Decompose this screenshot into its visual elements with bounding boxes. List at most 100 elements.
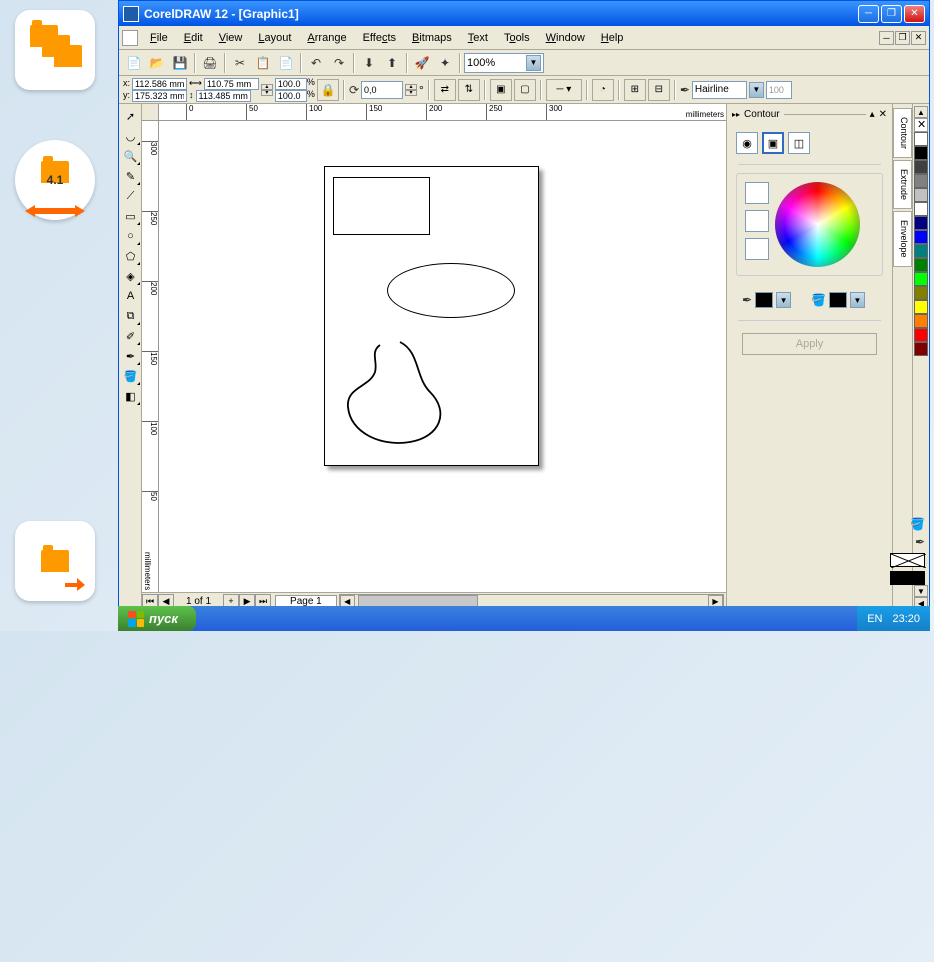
tab-extrude[interactable]: Extrude <box>893 160 912 209</box>
fill-dropdown-icon[interactable]: ▼ <box>850 292 865 308</box>
shape-tool[interactable]: ◡ <box>120 126 141 146</box>
save-button[interactable]: 💾 <box>169 52 191 74</box>
palette-color-1[interactable] <box>914 146 928 160</box>
menu-file[interactable]: File <box>142 30 176 46</box>
docker-menu-icon[interactable]: ▴ <box>870 109 875 120</box>
cut-button[interactable]: ✂ <box>229 52 251 74</box>
document-icon[interactable] <box>122 30 138 46</box>
spin-down[interactable]: ▾ <box>261 90 273 96</box>
scale-y-input[interactable] <box>275 90 307 102</box>
undo-button[interactable]: ↶ <box>305 52 327 74</box>
clock[interactable]: 23:20 <box>892 613 920 625</box>
menu-arrange[interactable]: Arrange <box>299 30 354 46</box>
ungroup-button[interactable]: ⊞ <box>624 79 646 101</box>
palette-down-button[interactable]: ▼ <box>914 585 928 597</box>
wrap-button[interactable]: ─ ▾ <box>546 79 582 101</box>
pick-tool[interactable]: ➚ <box>120 106 141 126</box>
palette-up-button[interactable]: ▲ <box>914 106 928 118</box>
interactive-blend-tool[interactable]: ⧉ <box>120 306 141 326</box>
apply-button[interactable]: Apply <box>742 333 877 355</box>
palette-color-15[interactable] <box>914 342 928 356</box>
status-none-swatch[interactable] <box>890 553 925 567</box>
outline-dropdown-icon[interactable]: ▼ <box>776 292 791 308</box>
hairline-dropdown-icon[interactable]: ▼ <box>749 82 764 98</box>
palette-color-0[interactable] <box>914 132 928 146</box>
harmony-button-1[interactable] <box>745 182 769 204</box>
interactive-fill-tool[interactable]: ◧ <box>120 386 141 406</box>
palette-color-2[interactable] <box>914 160 928 174</box>
new-button[interactable]: 📄 <box>123 52 145 74</box>
system-tray[interactable]: EN 23:20 <box>857 606 930 631</box>
eyedropper-tool[interactable]: ✐ <box>120 326 141 346</box>
rectangle-tool[interactable]: ▭ <box>120 206 141 226</box>
palette-color-9[interactable] <box>914 258 928 272</box>
menu-view[interactable]: View <box>211 30 251 46</box>
doc-close-button[interactable]: ✕ <box>911 31 926 45</box>
ruler-horizontal[interactable]: 0 50 100 150 200 250 300 millimeters <box>142 104 726 121</box>
start-button[interactable]: пуск <box>118 606 196 631</box>
menu-help[interactable]: Help <box>593 30 632 46</box>
rectangle-shape[interactable] <box>333 177 430 235</box>
docker-titlebar[interactable]: ▸▸ Contour ▴ ✕ <box>730 107 889 122</box>
ellipse-shape[interactable] <box>387 263 515 318</box>
ruler-vertical[interactable]: 300 250 200 150 100 50 millimeters <box>142 121 159 592</box>
export-button[interactable]: ⬆ <box>381 52 403 74</box>
palette-color-7[interactable] <box>914 230 928 244</box>
palette-color-3[interactable] <box>914 174 928 188</box>
height-input[interactable] <box>196 90 251 102</box>
palette-color-10[interactable] <box>914 272 928 286</box>
harmony-button-2[interactable] <box>745 210 769 232</box>
width-input[interactable] <box>204 78 259 90</box>
menu-tools[interactable]: Tools <box>496 30 538 46</box>
contour-inside-button[interactable]: ▣ <box>762 132 784 154</box>
folder-forward-icon[interactable] <box>15 521 95 601</box>
menu-edit[interactable]: Edit <box>176 30 211 46</box>
drawing-canvas[interactable] <box>159 121 726 592</box>
rot-spin-down[interactable]: ▾ <box>405 90 417 96</box>
copy-button[interactable]: 📋 <box>252 52 274 74</box>
folder-stack-icon[interactable] <box>15 10 95 90</box>
rotation-input[interactable] <box>361 81 403 99</box>
chapter-badge[interactable]: 4.1 <box>15 140 95 220</box>
menu-layout[interactable]: Layout <box>250 30 299 46</box>
language-indicator[interactable]: EN <box>867 613 882 625</box>
basic-shapes-tool[interactable]: ◈ <box>120 266 141 286</box>
titlebar[interactable]: CorelDRAW 12 - [Graphic1] ─ ❐ ✕ <box>119 1 929 26</box>
y-input[interactable] <box>132 90 187 102</box>
fill-tool[interactable]: 🪣 <box>120 366 141 386</box>
mirror-v-button[interactable]: ⇅ <box>458 79 480 101</box>
palette-no-color[interactable] <box>914 118 928 132</box>
x-input[interactable] <box>132 78 187 90</box>
maximize-button[interactable]: ❐ <box>881 5 902 23</box>
color-wheel[interactable] <box>775 182 860 267</box>
palette-color-13[interactable] <box>914 314 928 328</box>
palette-color-12[interactable] <box>914 300 928 314</box>
zoom-combo[interactable]: 100% ▼ <box>464 53 544 73</box>
menu-text[interactable]: Text <box>460 30 496 46</box>
import-button[interactable]: ⬇ <box>358 52 380 74</box>
outline-tool[interactable]: ✒ <box>120 346 141 366</box>
ellipse-tool[interactable]: ○ <box>120 226 141 246</box>
freehand-tool[interactable]: ✎ <box>120 166 141 186</box>
harmony-button-3[interactable] <box>745 238 769 260</box>
zoom-dropdown-icon[interactable]: ▼ <box>526 55 541 71</box>
close-button[interactable]: ✕ <box>904 5 925 23</box>
lock-ratio-button[interactable]: 🔒 <box>317 79 339 101</box>
open-button[interactable]: 📂 <box>146 52 168 74</box>
tab-envelope[interactable]: Envelope <box>893 211 912 267</box>
outline-color-swatch[interactable] <box>755 292 773 308</box>
doc-restore-button[interactable]: ❐ <box>895 31 910 45</box>
tab-contour[interactable]: Contour <box>893 108 912 158</box>
outline-val-input[interactable] <box>766 81 792 99</box>
contour-outside-button[interactable]: ◫ <box>788 132 810 154</box>
menu-effects[interactable]: Effects <box>355 30 404 46</box>
palette-color-11[interactable] <box>914 286 928 300</box>
palette-color-6[interactable] <box>914 216 928 230</box>
freehand-shape[interactable] <box>340 337 470 452</box>
palette-color-4[interactable] <box>914 188 928 202</box>
scale-x-input[interactable] <box>275 78 307 90</box>
corel-online-button[interactable]: ✦ <box>434 52 456 74</box>
palette-color-8[interactable] <box>914 244 928 258</box>
menu-bitmaps[interactable]: Bitmaps <box>404 30 460 46</box>
convert-curves-button[interactable]: ◔ <box>592 79 614 101</box>
